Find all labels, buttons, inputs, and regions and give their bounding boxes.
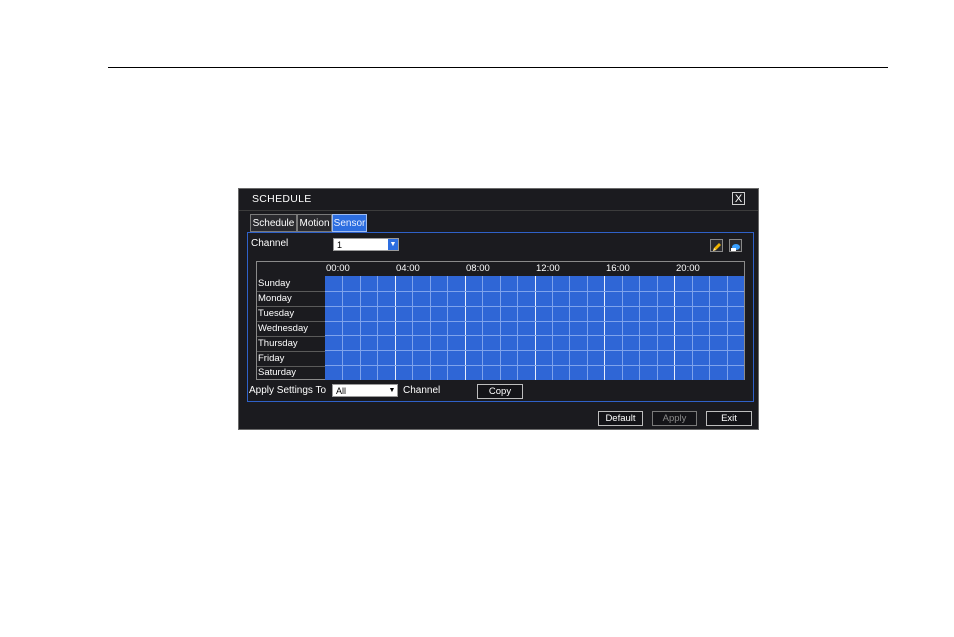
close-button[interactable]: X: [732, 192, 745, 205]
pencil-icon: [713, 243, 721, 251]
day-label: Friday: [258, 353, 285, 364]
time-label: 16:00: [606, 263, 630, 274]
time-label: 20:00: [676, 263, 700, 274]
day-gridline: [325, 350, 744, 351]
edit-button[interactable]: [710, 239, 723, 252]
time-label: 12:00: [536, 263, 560, 274]
channel-label: Channel: [251, 238, 289, 249]
day-label: Tuesday: [258, 308, 295, 319]
apply-channel-select-value: All: [336, 386, 347, 396]
day-gridline: [325, 306, 744, 307]
schedule-window: SCHEDULE X Schedule Motion Sensor Channe…: [238, 188, 759, 430]
channel-suffix-label: Channel: [403, 385, 441, 396]
day-label: Sunday: [258, 278, 291, 289]
day-gridline: [325, 291, 744, 292]
window-title: SCHEDULE: [252, 193, 312, 205]
erase-button[interactable]: [729, 239, 742, 252]
chevron-down-icon: ▼: [387, 385, 397, 396]
apply-button[interactable]: Apply: [652, 411, 697, 426]
channel-select-value: 1: [337, 240, 343, 250]
day-label: Saturday: [258, 367, 297, 378]
day-label: Wednesday: [258, 323, 308, 334]
schedule-cells[interactable]: [325, 276, 744, 380]
day-label: Monday: [258, 293, 292, 304]
day-gridline: [325, 365, 744, 366]
chevron-down-icon: ▼: [388, 239, 398, 250]
schedule-grid: 00:00 04:00 08:00 12:00 16:00 20:00 Sund…: [256, 261, 745, 380]
channel-select[interactable]: 1 ▼: [333, 238, 399, 251]
apply-channel-select[interactable]: All ▼: [332, 384, 398, 397]
tab-schedule[interactable]: Schedule: [250, 214, 297, 232]
tab-sensor[interactable]: Sensor: [332, 214, 367, 232]
copy-button[interactable]: Copy: [477, 384, 523, 399]
apply-settings-label: Apply Settings To: [249, 385, 327, 396]
tab-motion[interactable]: Motion: [297, 214, 332, 232]
default-button[interactable]: Default: [598, 411, 643, 426]
day-gridline: [325, 321, 744, 322]
time-label: 04:00: [396, 263, 420, 274]
exit-button[interactable]: Exit: [706, 411, 752, 426]
title-bar: SCHEDULE X: [239, 189, 758, 211]
page-rule: [108, 67, 888, 68]
day-gridline: [325, 335, 744, 336]
day-label: Thursday: [258, 338, 298, 349]
schedule-panel: Channel 1 ▼ 00:00 04:00 08:00 12:00 16:0…: [247, 232, 754, 402]
time-label: 08:00: [466, 263, 490, 274]
time-label: 00:00: [326, 263, 350, 274]
eraser-icon: [731, 244, 740, 251]
